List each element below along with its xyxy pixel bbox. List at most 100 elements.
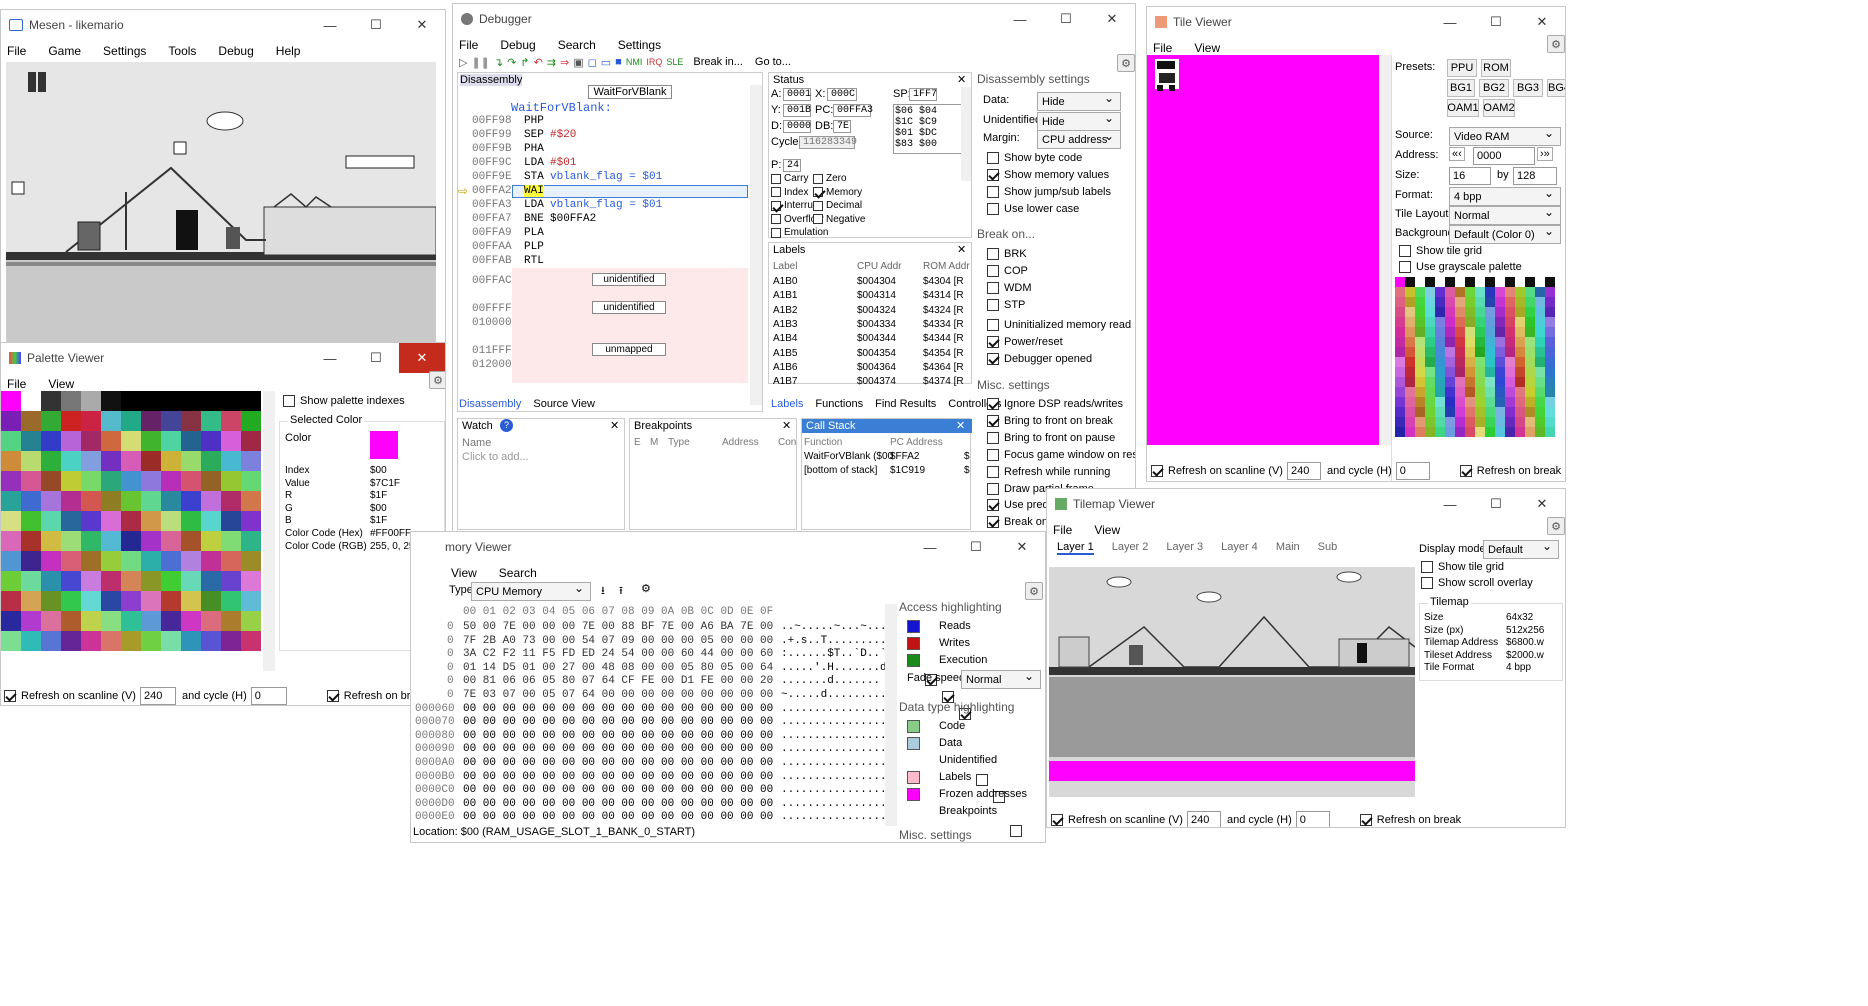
tile-palette-swatch[interactable] [1495, 417, 1505, 427]
disassembly-scrollbar[interactable] [750, 85, 762, 405]
setting-checkbox[interactable] [987, 169, 999, 181]
tile-palette-swatch[interactable] [1515, 337, 1525, 347]
tile-palette-swatch[interactable] [1545, 347, 1555, 357]
tile-palette-swatch[interactable] [1435, 397, 1445, 407]
refresh-break-checkbox[interactable] [326, 690, 339, 702]
tile-palette-swatch[interactable] [1445, 407, 1455, 417]
tile-palette-swatch[interactable] [1405, 367, 1415, 377]
tile-option-select[interactable]: Default (Color 0) [1449, 224, 1561, 244]
step-over-icon[interactable]: ↷ [507, 56, 516, 69]
tile-palette-swatch[interactable] [1455, 407, 1465, 417]
tile-palette-swatch[interactable] [1545, 377, 1555, 387]
tile-palette-swatch[interactable] [1415, 427, 1425, 437]
palette-swatch[interactable] [1, 531, 21, 551]
tile-palette-swatch[interactable] [1435, 327, 1445, 337]
tile-palette-swatch[interactable] [1495, 387, 1505, 397]
palette-swatch[interactable] [241, 551, 261, 571]
tile-palette-swatch[interactable] [1495, 427, 1505, 437]
address-prev-icon[interactable]: «‹ [1449, 147, 1465, 161]
palette-swatch[interactable] [201, 611, 221, 631]
tile-palette-swatch[interactable] [1485, 337, 1495, 347]
palette-swatch[interactable] [1, 571, 21, 591]
tile-palette-swatch[interactable] [1455, 377, 1465, 387]
tile-palette-swatch[interactable] [1535, 277, 1545, 287]
hex-bytes[interactable]: 00 00 00 00 00 00 00 00 00 00 00 00 00 0… [463, 811, 773, 823]
tile-palette-swatch[interactable] [1495, 327, 1505, 337]
tile-palette-swatch[interactable] [1485, 427, 1495, 437]
tile-palette-swatch[interactable] [1455, 337, 1465, 347]
tile-palette-swatch[interactable] [1435, 407, 1445, 417]
hex-ascii[interactable]: ................ [781, 716, 887, 728]
palette-swatch[interactable] [61, 471, 81, 491]
palette-swatch[interactable] [141, 611, 161, 631]
tile-palette-swatch[interactable] [1455, 297, 1465, 307]
palette-swatch[interactable] [61, 551, 81, 571]
palette-swatch[interactable] [101, 531, 121, 551]
palette-swatch[interactable] [61, 631, 81, 651]
flag-memory[interactable]: Memory [813, 187, 862, 198]
datatype-checkbox[interactable] [1027, 841, 1039, 842]
scanline-input[interactable]: 240 [1186, 811, 1221, 827]
tile-palette-swatch[interactable] [1395, 407, 1405, 417]
tile-palette-swatch[interactable] [1435, 377, 1445, 387]
tile-palette-swatch[interactable] [1395, 377, 1405, 387]
tile-palette-swatch[interactable] [1535, 387, 1545, 397]
palette-swatch[interactable] [201, 471, 221, 491]
tile-palette-swatch[interactable] [1535, 397, 1545, 407]
tile-palette-swatch[interactable] [1505, 327, 1515, 337]
tile-palette-swatch[interactable] [1455, 417, 1465, 427]
break-sle-icon[interactable]: SLE [666, 57, 683, 67]
tile-palette-swatch[interactable] [1405, 357, 1415, 367]
tile-palette-swatch[interactable] [1475, 387, 1485, 397]
setting-option[interactable]: BRK [987, 248, 1027, 260]
break-irq-icon[interactable]: IRQ [646, 57, 662, 67]
menu-file[interactable]: File [7, 44, 26, 58]
tile-palette-swatch[interactable] [1425, 357, 1435, 367]
tile-palette-swatch[interactable] [1455, 357, 1465, 367]
tile-palette-swatch[interactable] [1495, 337, 1505, 347]
tile-palette-swatch[interactable] [1485, 277, 1495, 287]
tile-palette-swatch[interactable] [1435, 307, 1445, 317]
tile-palette-swatch[interactable] [1465, 347, 1475, 357]
palette-swatch[interactable] [101, 431, 121, 451]
maximize-button[interactable]: ☐ [353, 343, 399, 373]
setting-checkbox[interactable] [987, 319, 999, 331]
highlight-color-swatch[interactable] [907, 637, 920, 650]
tile-palette-swatch[interactable] [1535, 427, 1545, 437]
tile-palette-swatch[interactable] [1525, 337, 1535, 347]
break-in-button[interactable]: Break in... [693, 56, 743, 68]
menu-debug[interactable]: Debug [218, 44, 253, 58]
tile-palette-swatch[interactable] [1405, 427, 1415, 437]
tile-palette-swatch[interactable] [1425, 287, 1435, 297]
tile-palette-swatch[interactable] [1515, 357, 1525, 367]
palette-swatch[interactable] [141, 571, 161, 591]
tile-palette-swatch[interactable] [1435, 317, 1445, 327]
tab-functions[interactable]: Functions [815, 398, 863, 410]
palette-swatch[interactable] [81, 571, 101, 591]
view-icon[interactable]: ■ [615, 56, 622, 68]
flag-checkbox[interactable] [813, 200, 823, 211]
hex-ascii[interactable]: .......d....... [781, 675, 887, 687]
tile-palette-swatch[interactable] [1495, 357, 1505, 367]
hex-ascii[interactable]: ................ [781, 771, 887, 783]
menu-file[interactable]: File [7, 377, 26, 391]
tile-palette-swatch[interactable] [1485, 377, 1495, 387]
tile-palette-swatch[interactable] [1525, 387, 1535, 397]
tile-palette-swatch[interactable] [1485, 307, 1495, 317]
tile-palette-swatch[interactable] [1395, 417, 1405, 427]
tile-palette-swatch[interactable] [1535, 367, 1545, 377]
tilemap-canvas[interactable] [1049, 567, 1415, 797]
step-into-icon[interactable]: ↴ [494, 56, 503, 69]
palette-swatch[interactable] [101, 551, 121, 571]
palette-swatch[interactable] [241, 631, 261, 651]
tile-palette-swatch[interactable] [1495, 277, 1505, 287]
tile-palette-swatch[interactable] [1435, 297, 1445, 307]
setting-option[interactable]: Show memory values [987, 169, 1109, 181]
cycle-input[interactable]: 0 [1295, 811, 1330, 827]
address-input[interactable]: 0000 [1473, 147, 1535, 165]
tile-palette-swatch[interactable] [1545, 387, 1555, 397]
palette-swatch[interactable] [201, 511, 221, 531]
palette-swatch[interactable] [201, 531, 221, 551]
menu-view[interactable]: View [451, 566, 477, 580]
tile-palette-swatch[interactable] [1405, 347, 1415, 357]
